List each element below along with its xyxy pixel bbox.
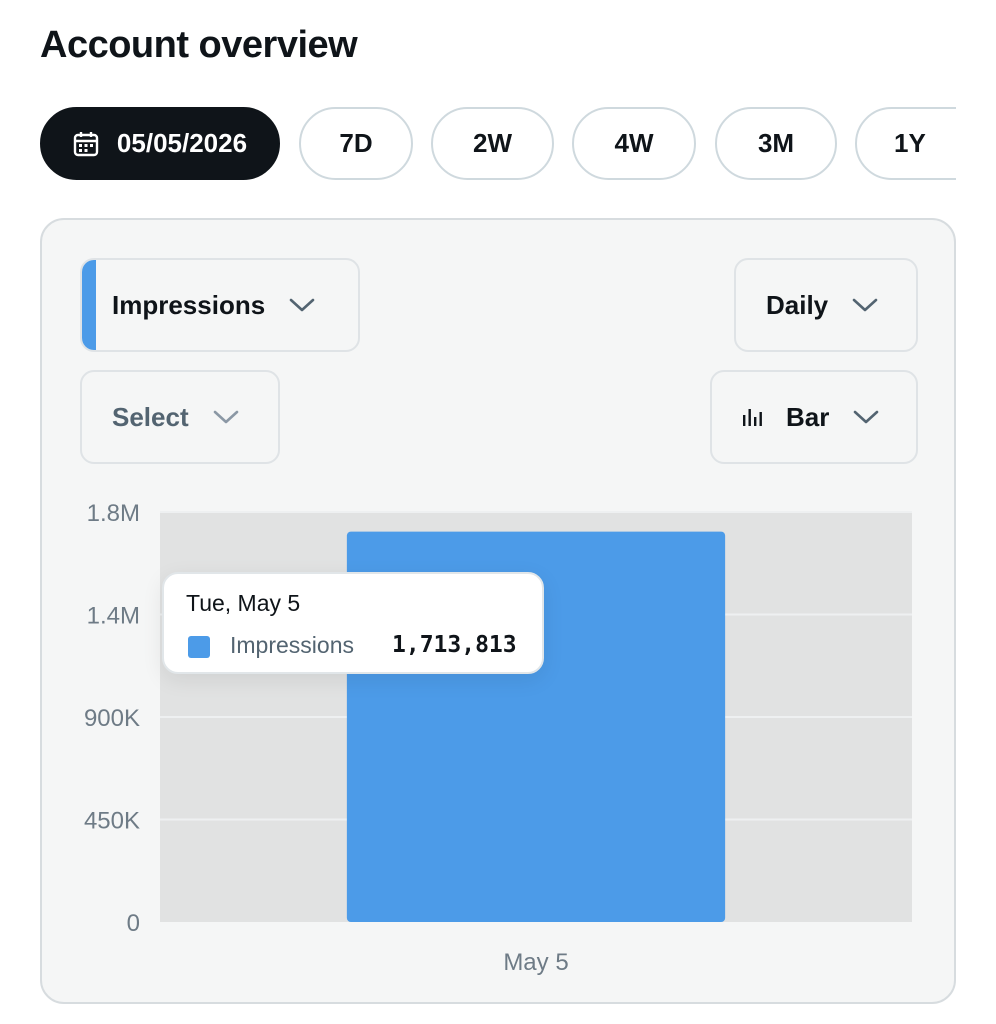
metric-color-indicator <box>82 260 96 350</box>
calendar-icon <box>73 131 99 157</box>
chart-card: Impressions Daily Select Bar 0 450K 900K… <box>40 218 956 1004</box>
y-tick-label: 900K <box>84 705 140 732</box>
date-picker-label: 05/05/2026 <box>116 128 248 158</box>
y-tick-label: 450K <box>84 808 140 835</box>
impressions-bar-chart: 0 450K 900K 1.4M 1.8M May 5 <box>84 500 912 976</box>
page-title: Account overview <box>40 24 358 66</box>
tooltip-value: 1,713,813 <box>392 632 517 658</box>
y-tick-label: 1.4M <box>87 603 140 630</box>
period-dropdown[interactable]: Daily <box>734 258 918 352</box>
chevron-down-icon <box>852 297 878 313</box>
tooltip-legend-swatch <box>188 636 210 658</box>
chevron-down-icon <box>289 297 315 313</box>
date-range-selector: 05/05/2026 7D 2W 4W 3M 1Y <box>40 106 956 182</box>
compare-metric-dropdown[interactable]: Select <box>80 370 280 464</box>
range-7d-button[interactable]: 7D <box>299 107 413 180</box>
tooltip-date: Tue, May 5 <box>186 590 301 616</box>
metric-dropdown-label: Impressions <box>112 289 266 320</box>
period-dropdown-label: Daily <box>766 289 829 320</box>
tooltip-series-label: Impressions <box>230 632 354 658</box>
chart-tooltip: Tue, May 5 Impressions 1,713,813 <box>162 572 544 674</box>
chart-type-label: Bar <box>786 401 830 432</box>
y-tick-label: 0 <box>127 910 140 937</box>
range-4w-button[interactable]: 4W <box>572 107 696 180</box>
range-3m-button[interactable]: 3M <box>715 107 837 180</box>
date-picker-button[interactable]: 05/05/2026 <box>40 107 280 180</box>
metric-dropdown[interactable]: Impressions <box>80 258 360 352</box>
x-tick-label: May 5 <box>503 949 568 976</box>
compare-dropdown-label: Select <box>112 401 189 432</box>
range-1y-button[interactable]: 1Y <box>855 107 956 180</box>
range-2w-button[interactable]: 2W <box>431 107 554 180</box>
y-tick-label: 1.8M <box>87 500 140 527</box>
chevron-down-icon <box>213 409 239 425</box>
bar-chart-icon <box>742 407 764 427</box>
chevron-down-icon <box>853 409 879 425</box>
chart-type-dropdown[interactable]: Bar <box>710 370 918 464</box>
